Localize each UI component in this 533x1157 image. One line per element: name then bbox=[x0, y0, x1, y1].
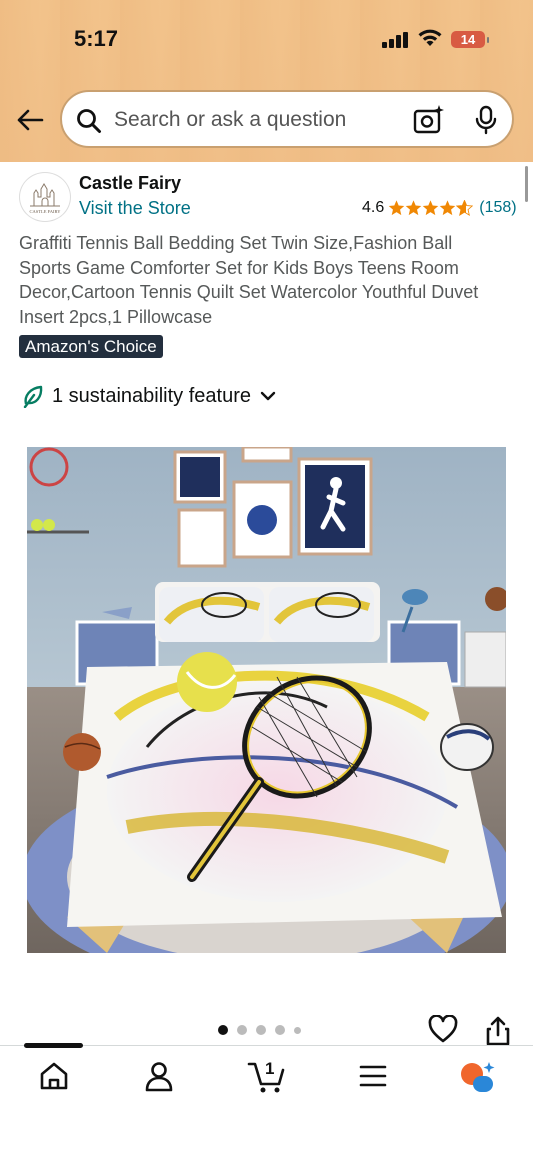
pagination-dot[interactable] bbox=[256, 1025, 266, 1035]
chevron-down-icon bbox=[260, 391, 276, 401]
product-image[interactable] bbox=[27, 447, 506, 953]
back-arrow-icon[interactable] bbox=[14, 104, 46, 136]
battery-indicator: 14 bbox=[451, 31, 489, 48]
microphone-icon[interactable] bbox=[474, 105, 498, 135]
search-input[interactable] bbox=[112, 104, 396, 136]
status-bar: 5:17 14 bbox=[0, 0, 533, 80]
store-name: Castle Fairy bbox=[79, 173, 182, 193]
pagination-dot[interactable] bbox=[294, 1026, 301, 1034]
svg-text:CASTLE FAIRY: CASTLE FAIRY bbox=[29, 209, 61, 214]
scrollbar[interactable] bbox=[525, 166, 528, 202]
leaf-icon bbox=[23, 385, 43, 408]
pagination-dot[interactable] bbox=[275, 1025, 285, 1035]
share-icon[interactable] bbox=[485, 1016, 511, 1046]
search-icon bbox=[77, 109, 101, 133]
signal-icon bbox=[382, 32, 408, 48]
sustainability-toggle[interactable]: 1 sustainability feature bbox=[22, 384, 277, 408]
image-pagination[interactable] bbox=[218, 1025, 301, 1035]
star-icon bbox=[389, 200, 405, 216]
star-icon bbox=[423, 200, 439, 216]
star-rating bbox=[388, 200, 474, 216]
menu-icon[interactable] bbox=[358, 1060, 388, 1092]
wifi-icon bbox=[418, 29, 442, 46]
camera-lens-icon[interactable] bbox=[412, 105, 444, 135]
castle-logo-icon: CASTLE FAIRY bbox=[29, 183, 61, 214]
half-star-icon bbox=[456, 200, 474, 216]
sustainability-label: 1 sustainability feature bbox=[52, 384, 252, 407]
rating-summary[interactable]: 4.6 (158) bbox=[362, 199, 517, 217]
product-title: Graffiti Tennis Ball Bedding Set Twin Si… bbox=[19, 233, 479, 327]
search-box[interactable] bbox=[60, 90, 514, 148]
store-logo[interactable]: CASTLE FAIRY bbox=[19, 172, 71, 222]
amazons-choice-badge: Amazon's Choice bbox=[19, 335, 163, 358]
account-icon[interactable] bbox=[144, 1060, 174, 1092]
star-icon bbox=[406, 200, 422, 216]
home-icon[interactable] bbox=[38, 1060, 70, 1092]
pagination-dot[interactable] bbox=[218, 1025, 228, 1035]
review-count[interactable]: (158) bbox=[479, 199, 516, 217]
pagination-dot[interactable] bbox=[237, 1025, 247, 1035]
star-icon bbox=[440, 200, 456, 216]
heart-icon[interactable] bbox=[428, 1015, 458, 1043]
active-tab-indicator bbox=[24, 1043, 83, 1048]
cart-count: 1 bbox=[265, 1059, 275, 1078]
rufus-assistant-icon[interactable] bbox=[458, 1060, 498, 1094]
visit-store-link[interactable]: Visit the Store bbox=[79, 198, 191, 219]
rating-value: 4.6 bbox=[362, 199, 385, 216]
status-time: 5:17 bbox=[74, 26, 119, 51]
